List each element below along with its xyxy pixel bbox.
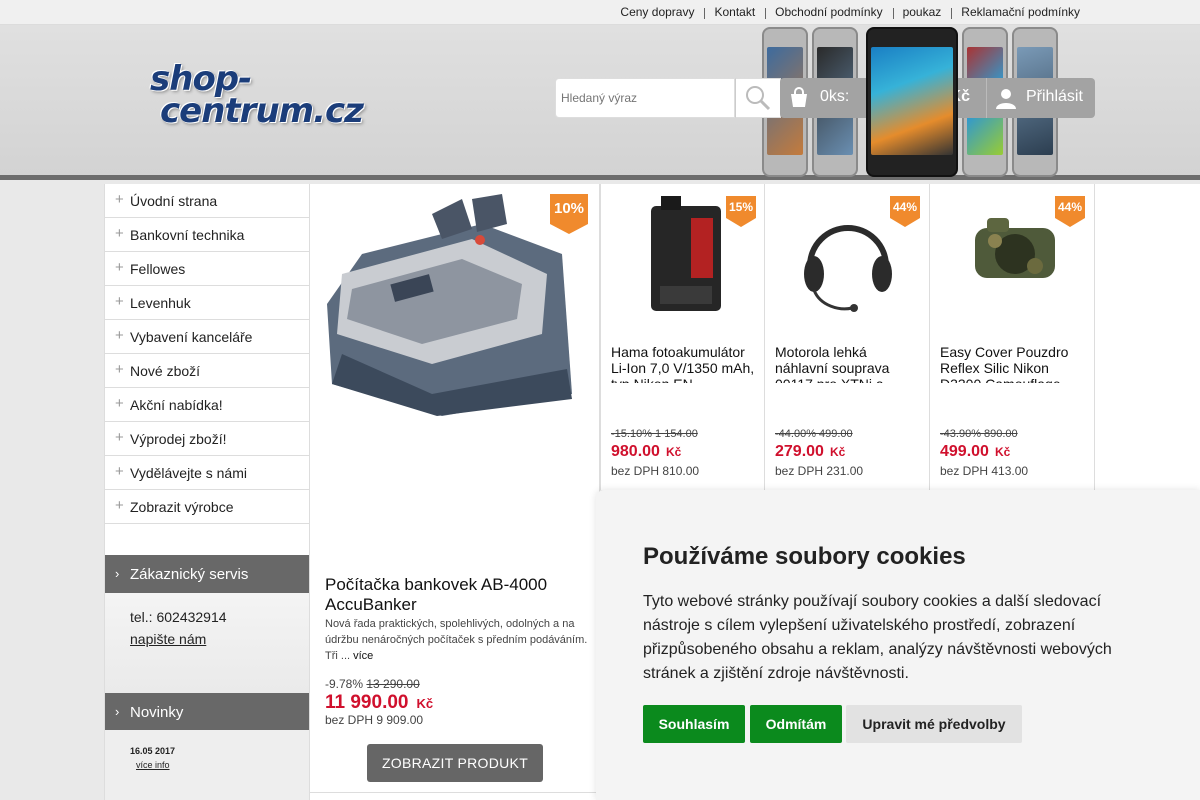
link-kontakt[interactable]: Kontakt	[704, 5, 765, 19]
product-old-price-value: -44.00% 499.00	[775, 428, 853, 440]
user-icon	[996, 89, 1016, 109]
cookie-accept-button[interactable]: Souhlasím	[643, 705, 745, 743]
featured-product-description: Nová řada praktických, spolehlivých, odo…	[325, 616, 590, 664]
discount-badge: 44%	[890, 196, 920, 227]
product-price: 980.00 Kč	[611, 443, 681, 461]
product-price-value: 279.00	[775, 443, 824, 460]
cookie-banner: Používáme soubory cookies Tyto webové st…	[596, 490, 1200, 800]
sidebar-item-vydelavejte[interactable]: Vydělávejte s námi	[105, 456, 309, 490]
customer-service-box: tel.: 602432914 napište nám	[105, 593, 309, 693]
chevron-right-icon: ›	[115, 704, 120, 719]
product-name[interactable]: Motorola lehká náhlavní souprava 00117 p…	[775, 344, 920, 383]
product-price-without-vat: bez DPH 810.00	[611, 464, 700, 478]
link-poukaz[interactable]: poukaz	[892, 5, 952, 19]
featured-discount-percent: -9.78%	[325, 677, 364, 691]
product-name[interactable]: Easy Cover Pouzdro Reflex Silic Nikon D3…	[940, 344, 1085, 383]
discount-badge: 10%	[550, 194, 588, 234]
cookie-title: Používáme soubory cookies	[643, 543, 966, 570]
chevron-right-icon: ›	[115, 566, 120, 581]
featured-price-without-vat: bez DPH 9 909.00	[325, 713, 424, 727]
featured-currency: Kč	[416, 696, 434, 711]
sidebar-item-nove-zbozi[interactable]: Nové zboží	[105, 354, 309, 388]
product-price-value: 499.00	[940, 443, 989, 460]
search-input[interactable]	[556, 79, 726, 117]
product-old-price-value: -15.10% 1 154.00	[611, 428, 698, 440]
shopping-bag-icon	[791, 87, 807, 107]
cookie-reject-button[interactable]: Odmítám	[750, 705, 842, 743]
sidebar-item-levenhuk[interactable]: Levenhuk	[105, 286, 309, 320]
search-box	[555, 78, 735, 118]
banknote-counter-image[interactable]	[322, 194, 578, 416]
sidebar-item-bankovni-technika[interactable]: Bankovní technika	[105, 218, 309, 252]
link-obchodni-podminky[interactable]: Obchodní podmínky	[765, 5, 892, 19]
write-us-link[interactable]: napište nám	[130, 631, 206, 647]
product-name[interactable]: Hama fotoakumulátor Li-Ion 7,0 V/1350 mA…	[611, 344, 756, 383]
product-card[interactable]: 15% Hama fotoakumulátor Li-Ion 7,0 V/135…	[600, 184, 765, 490]
product-card[interactable]: 44% Easy Cover Pouzdro Reflex Silic Niko…	[930, 184, 1095, 490]
news-date: 16.05 2017	[130, 746, 176, 756]
news-header[interactable]: › Novinky	[105, 693, 309, 731]
customer-service-header[interactable]: › Zákaznický servis	[105, 555, 309, 593]
product-price-without-vat: bez DPH 231.00	[775, 464, 864, 478]
featured-old-price: -9.78% 13 290.00	[325, 677, 420, 691]
product-price: 499.00 Kč	[940, 443, 1010, 461]
cookie-settings-button[interactable]: Upravit mé předvolby	[846, 705, 1022, 743]
customer-service-title: Zákaznický servis	[130, 565, 249, 583]
phone-image	[866, 27, 958, 177]
discount-badge: 44%	[1055, 196, 1085, 227]
featured-product-name[interactable]: Počítačka bankovek AB-4000 AccuBanker	[325, 575, 590, 615]
service-phone: tel.: 602432914	[130, 609, 227, 625]
product-old-price: -15.10% 1 154.00	[611, 428, 698, 440]
link-ceny-dopravy[interactable]: Ceny dopravy	[610, 5, 704, 19]
sidebar-item-uvodni-strana[interactable]: Úvodní strana	[105, 184, 309, 218]
login-label: Přihlásit	[1026, 88, 1083, 105]
product-card-partial	[1095, 184, 1200, 490]
featured-price: 11 990.00 Kč	[325, 692, 433, 714]
search-icon	[746, 86, 771, 111]
login-button[interactable]: Přihlásit	[986, 78, 1095, 118]
sidebar: Úvodní strana Bankovní technika Fellowes…	[104, 184, 310, 800]
featured-product: 10% Počítačka bankovek AB-4000 AccuBanke…	[310, 184, 600, 800]
cookie-text: Tyto webové stránky používají soubory co…	[643, 593, 1112, 682]
product-price-without-vat: bez DPH 413.00	[940, 464, 1029, 478]
search-button[interactable]	[735, 78, 781, 118]
sidebar-item-vybaveni-kancelare[interactable]: Vybavení kanceláře	[105, 320, 309, 354]
header: shop- centrum.cz 0ks: 0.00 Kč Přihlás	[0, 25, 1200, 180]
top-links: Ceny dopravy Kontakt Obchodní podmínky p…	[610, 5, 1090, 19]
top-bar: Ceny dopravy Kontakt Obchodní podmínky p…	[0, 0, 1200, 25]
news-box: 16.05 2017 více info	[105, 730, 309, 800]
product-old-price: -43.90% 890.00	[940, 428, 1018, 440]
product-price: 279.00 Kč	[775, 443, 845, 461]
featured-price-value: 11 990.00	[325, 692, 409, 713]
show-product-button[interactable]: ZOBRAZIT PRODUKT	[367, 744, 543, 782]
product-old-price: -44.00% 499.00	[775, 428, 853, 440]
product-card[interactable]: 44% Motorola lehká náhlavní souprava 001…	[765, 184, 930, 490]
link-reklamacni-podminky[interactable]: Reklamační podmínky	[951, 5, 1090, 19]
cart-count: 0ks:	[820, 88, 850, 105]
product-currency: Kč	[829, 445, 846, 459]
discount-badge: 15%	[726, 196, 756, 227]
sidebar-item-fellowes[interactable]: Fellowes	[105, 252, 309, 286]
site-logo[interactable]: shop- centrum.cz	[150, 62, 385, 133]
product-currency: Kč	[665, 445, 682, 459]
sidebar-item-zobrazit-vyrobce[interactable]: Zobrazit výrobce	[105, 490, 309, 524]
divider	[310, 792, 599, 793]
news-title: Novinky	[130, 703, 184, 721]
product-currency: Kč	[994, 445, 1011, 459]
sidebar-item-akcni-nabidka[interactable]: Akční nabídka!	[105, 388, 309, 422]
featured-more-link[interactable]: více	[353, 650, 373, 662]
product-price-value: 980.00	[611, 443, 660, 460]
news-more-link[interactable]: více info	[136, 760, 170, 770]
featured-original-price: 13 290.00	[366, 677, 420, 691]
logo-line-2: centrum.cz	[160, 91, 364, 131]
sidebar-item-vyprodej-zbozi[interactable]: Výprodej zboží!	[105, 422, 309, 456]
product-old-price-value: -43.90% 890.00	[940, 428, 1018, 440]
